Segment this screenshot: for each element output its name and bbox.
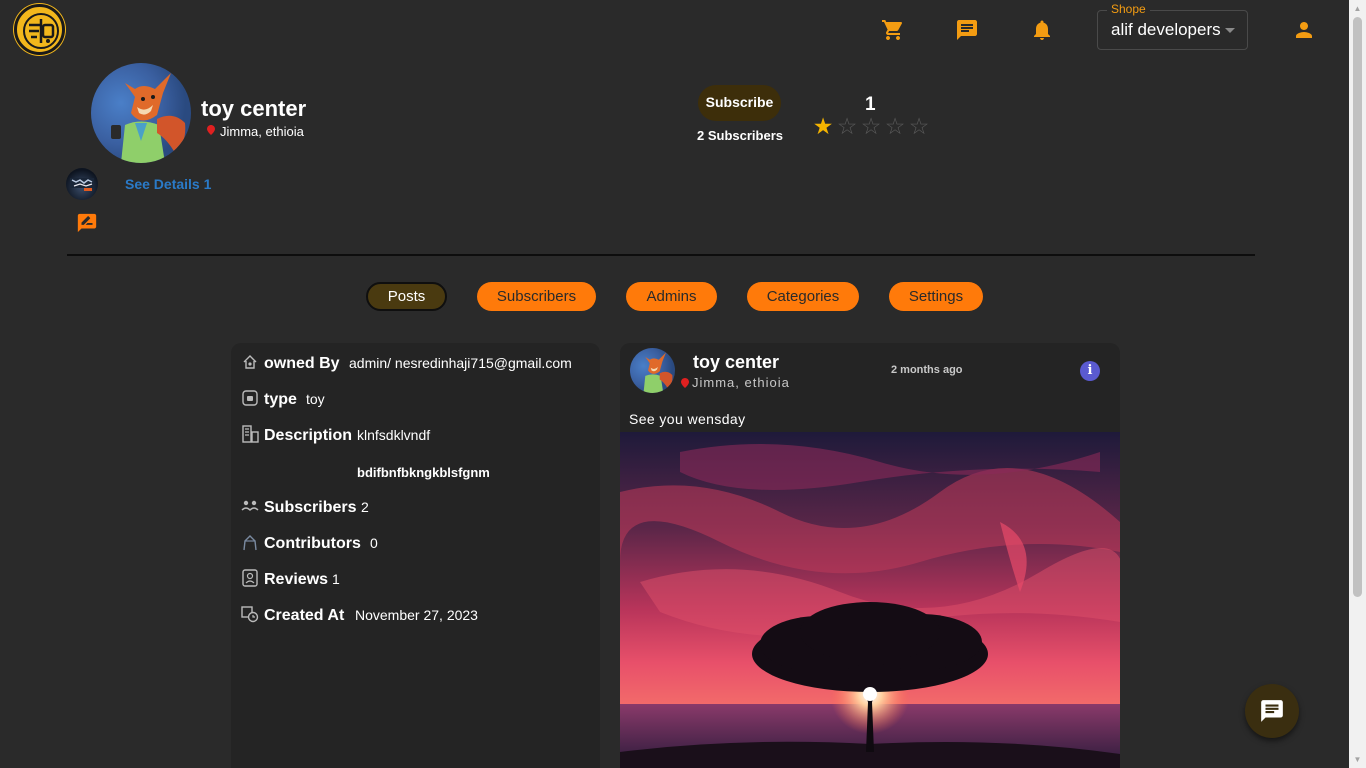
description-label: Description bbox=[264, 427, 353, 444]
subscribers-icon bbox=[241, 500, 259, 511]
created-at-icon bbox=[241, 606, 259, 623]
account-icon[interactable] bbox=[1292, 18, 1316, 42]
type-label: type bbox=[264, 391, 297, 408]
subscribers-value: 2 bbox=[361, 499, 369, 515]
shop-select-legend: Shope bbox=[1107, 2, 1150, 16]
subscribe-button[interactable]: Subscribe bbox=[698, 85, 781, 121]
type-icon bbox=[242, 390, 258, 406]
shop-location: Jimma, ethioia bbox=[220, 124, 304, 139]
created-at-label: Created At bbox=[264, 607, 345, 624]
contributors-icon bbox=[243, 535, 257, 551]
description-value: klnfsdklvndf bbox=[357, 427, 431, 443]
scrollbar-thumb[interactable] bbox=[1353, 17, 1362, 597]
app-logo[interactable] bbox=[14, 4, 65, 55]
star-outline-icon[interactable]: ☆ bbox=[859, 114, 883, 138]
rating-stars[interactable]: ★ ☆ ☆ ☆ ☆ bbox=[811, 114, 931, 139]
location-pin-icon bbox=[681, 378, 689, 388]
contributors-label: Contributors bbox=[264, 535, 361, 552]
created-at-value: November 27, 2023 bbox=[355, 607, 478, 623]
scroll-down-icon[interactable]: ▼ bbox=[1349, 751, 1366, 768]
info-icon[interactable]: i bbox=[1080, 361, 1100, 381]
post-text: See you wensday bbox=[629, 411, 746, 427]
owner-avatar[interactable] bbox=[66, 168, 98, 200]
description-extra: bdifbnfbkngkblsfgnm bbox=[357, 465, 490, 480]
shop-select-value[interactable]: alif developers bbox=[1111, 20, 1221, 40]
tab-admins[interactable]: Admins bbox=[626, 282, 717, 311]
owner-icon bbox=[243, 355, 257, 369]
contributors-value: 0 bbox=[370, 535, 378, 551]
owned-by-value: admin/ nesredinhaji715@gmail.com bbox=[349, 355, 572, 371]
section-divider bbox=[67, 254, 1255, 256]
post-location: Jimma, ethioia bbox=[692, 375, 790, 390]
cart-icon[interactable] bbox=[881, 18, 905, 42]
subscribers-label: Subscribers bbox=[264, 499, 357, 516]
post-author-avatar[interactable] bbox=[630, 348, 675, 393]
tab-subscribers[interactable]: Subscribers bbox=[477, 282, 596, 311]
location-pin-icon bbox=[207, 125, 215, 135]
shop-name: toy center bbox=[201, 96, 307, 121]
tab-categories[interactable]: Categories bbox=[747, 282, 859, 311]
star-icon[interactable]: ★ bbox=[811, 114, 835, 138]
reviews-label: Reviews bbox=[264, 571, 329, 588]
page-scrollbar[interactable]: ▲ ▼ bbox=[1349, 0, 1366, 768]
type-value: toy bbox=[306, 391, 325, 407]
star-outline-icon[interactable]: ☆ bbox=[907, 114, 931, 138]
scroll-up-icon[interactable]: ▲ bbox=[1349, 0, 1366, 17]
bell-icon[interactable] bbox=[1030, 18, 1054, 42]
tab-posts[interactable]: Posts bbox=[366, 282, 447, 311]
reviews-icon bbox=[242, 569, 258, 587]
post-author-name[interactable]: toy center bbox=[693, 352, 779, 373]
subscriber-count: 2 Subscribers bbox=[697, 128, 783, 143]
star-outline-icon[interactable]: ☆ bbox=[835, 114, 859, 138]
message-icon[interactable] bbox=[955, 18, 979, 42]
owned-by-label: owned By bbox=[264, 355, 340, 372]
description-icon bbox=[242, 425, 259, 443]
logo-icon bbox=[23, 13, 59, 49]
star-outline-icon[interactable]: ☆ bbox=[883, 114, 907, 138]
chevron-down-icon[interactable] bbox=[1225, 28, 1235, 33]
shop-avatar bbox=[91, 63, 191, 163]
post-image[interactable] bbox=[620, 432, 1120, 768]
post-timestamp: 2 months ago bbox=[891, 364, 963, 376]
see-details-link[interactable]: See Details 1 bbox=[125, 176, 211, 192]
reviews-value: 1 bbox=[332, 571, 340, 587]
tab-settings[interactable]: Settings bbox=[889, 282, 983, 311]
chat-icon bbox=[1261, 700, 1283, 722]
chat-button[interactable] bbox=[1245, 684, 1299, 738]
rate-review-icon[interactable] bbox=[76, 212, 98, 234]
